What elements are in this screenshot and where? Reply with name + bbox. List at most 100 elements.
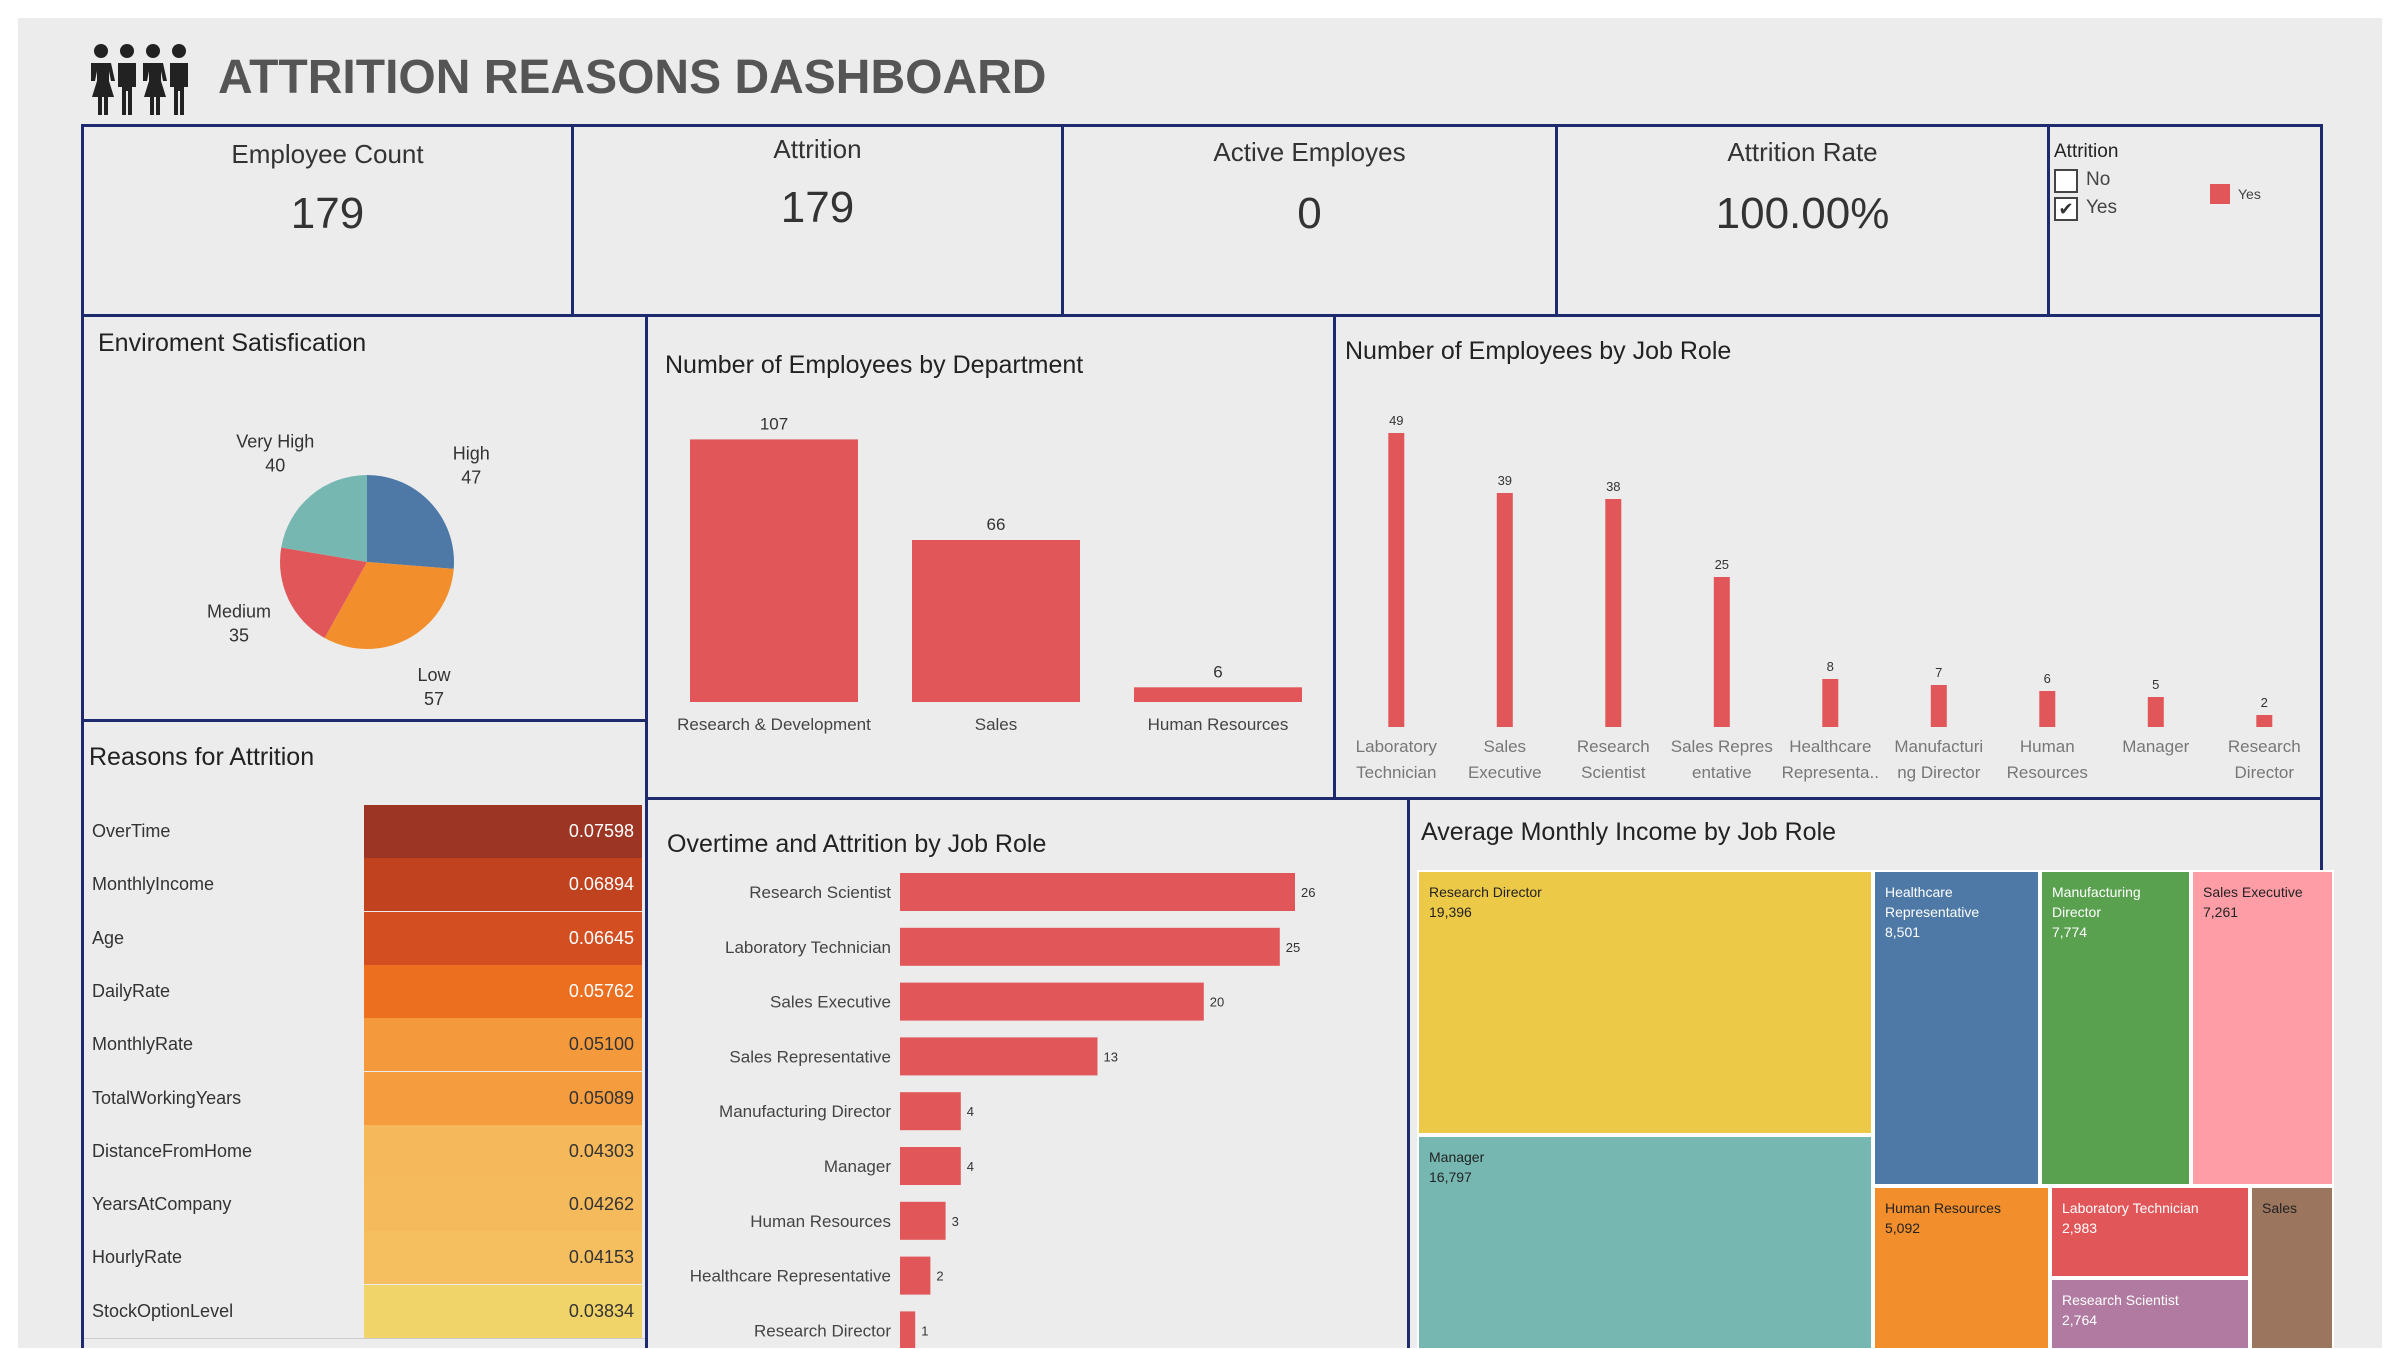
pie-slice-high — [367, 475, 455, 569]
overtime-bar — [900, 1201, 946, 1240]
reason-feature-label: DistanceFromHome — [92, 1140, 253, 1161]
kpi-attrition: Attrition 179 — [571, 124, 1064, 317]
kpi-active-employees: Active Employes 0 — [1061, 124, 1558, 317]
y-tick-label: Research Scientist — [749, 883, 891, 902]
treemap-label: Research Director — [1429, 884, 1542, 900]
treemap-value: 7,774 — [2052, 924, 2088, 940]
treemap-cell: Research Director 19,396 — [1417, 870, 1873, 1135]
x-tick-label: Technician — [1356, 763, 1436, 782]
bar-value-label: 1 — [921, 1323, 928, 1338]
bar-value-label: 5 — [2152, 677, 2159, 692]
bar-value-label: 7 — [1935, 665, 1942, 680]
income-treemap: Research Director 19,396 Manager 16,797 Heal… — [1417, 870, 2334, 1348]
dashboard-canvas: ATTRITION REASONS DASHBOARD Employee Cou… — [18, 18, 2382, 1348]
x-tick-label: Human — [2020, 737, 2075, 756]
pie-slice-very-high — [281, 475, 367, 562]
overtime-panel: Overtime and Attrition by Job Role Resea… — [645, 797, 1410, 1348]
reason-row: MonthlyRate 0.05100 — [84, 1018, 642, 1072]
treemap-cell: Research Scientist 2,764 — [2050, 1278, 2250, 1348]
panel-title: Reasons for Attrition — [89, 743, 315, 771]
kpi-title: Attrition Rate — [1727, 137, 1878, 167]
reason-value: 0.05100 — [568, 1034, 634, 1055]
attrition-filter: Attrition No ✔ Yes Yes — [2047, 124, 2323, 317]
treemap-cell: Manager 16,797 — [1417, 1135, 1873, 1348]
x-tick-label: entative — [1692, 763, 1752, 782]
treemap-label-group: Human Resources 5,092 — [1885, 1198, 2001, 1238]
x-tick-label: Scientist — [1581, 763, 1646, 782]
overtime-bar-chart: Research Scientist 26 Laboratory Technicia… — [690, 873, 1315, 1348]
reason-heat-cell: 0.07598 — [364, 805, 642, 858]
filter-checkbox-no[interactable] — [2054, 169, 2078, 193]
kpi-attrition-rate: Attrition Rate 100.00% — [1555, 124, 2050, 317]
pie-value-label: 40 — [265, 456, 285, 476]
x-tick-label: Research — [2228, 737, 2301, 756]
department-bar — [912, 540, 1080, 702]
x-tick-label: Sales — [975, 715, 1018, 734]
x-tick-label: Laboratory — [1356, 737, 1438, 756]
jobrole-panel: Number of Employees by Job Role 49 Labora… — [1333, 314, 2323, 800]
reason-feature-label: YearsAtCompany — [92, 1194, 232, 1215]
bar-value-label: 107 — [760, 414, 788, 433]
x-tick-label: Healthcare — [1789, 737, 1871, 756]
treemap-label: Sales Executive — [2203, 884, 2303, 900]
reason-value: 0.07598 — [568, 821, 634, 841]
reason-feature-label: OverTime — [92, 821, 171, 841]
reason-heat-cell: 0.04303 — [364, 1124, 642, 1178]
reason-feature-label: Age — [92, 927, 125, 948]
reason-row: HourlyRate 0.04153 — [84, 1231, 642, 1285]
treemap-value: 2,764 — [2062, 1312, 2098, 1328]
filter-option-yes[interactable]: Yes — [2086, 197, 2117, 219]
reason-heat-cell: 0.03834 — [364, 1284, 642, 1338]
y-tick-label: Laboratory Technician — [725, 938, 891, 957]
reason-heat-cell: 0.05100 — [364, 1018, 642, 1072]
treemap-value: 7,261 — [2203, 904, 2239, 920]
reason-row: YearsAtCompany 0.04262 — [84, 1178, 642, 1232]
jobrole-bar-chart: 49 Laboratory Technician 39 Sales Executive 38… — [1356, 413, 2301, 782]
y-tick-label: Human Resources — [750, 1212, 891, 1231]
y-tick-label: Manager — [824, 1157, 891, 1176]
kpi-title: Attrition — [773, 134, 862, 164]
treemap-label-group: Manager 16,797 — [1429, 1147, 1484, 1187]
x-tick-label: Representa.. — [1782, 763, 1879, 782]
kpi-value: 100.00% — [1715, 189, 1890, 238]
y-tick-label: Sales Representative — [729, 1047, 891, 1066]
treemap-cell: Laboratory Technician 2,983 — [2050, 1186, 2250, 1278]
kpi-title: Employee Count — [231, 139, 424, 169]
kpi-title: Active Employes — [1213, 137, 1406, 167]
reason-value: 0.06894 — [568, 874, 634, 895]
filter-checkbox-yes[interactable]: ✔ — [2054, 197, 2078, 221]
pie-chart: High 47 Low 57 Medium 35 Very High 40 — [207, 432, 490, 710]
pie-label: Low — [417, 665, 451, 685]
reason-heat-cell: 0.05762 — [364, 964, 642, 1018]
treemap-label: Manager — [1429, 1149, 1485, 1165]
overtime-bar — [900, 1092, 961, 1131]
bar-value-label: 38 — [1606, 479, 1620, 494]
reason-row: MonthlyIncome 0.06894 — [84, 858, 642, 912]
overtime-bar — [900, 1037, 1098, 1076]
jobrole-bar — [2039, 691, 2056, 727]
bar-value-label: 3 — [952, 1214, 959, 1229]
bar-value-label: 20 — [1210, 995, 1224, 1010]
reason-heat-cell: 0.06894 — [364, 858, 642, 912]
bar-value-label: 4 — [967, 1104, 974, 1119]
reason-row: TotalWorkingYears 0.05089 — [84, 1071, 642, 1125]
reason-heat-cell: 0.05089 — [364, 1071, 642, 1125]
pie-label: High — [453, 444, 490, 464]
department-panel: Number of Employees by Department 107 Res… — [645, 314, 1336, 800]
reasons-panel: Reasons for Attrition OverTime 0.07598 Mon… — [81, 719, 648, 1348]
reason-feature-label: MonthlyRate — [92, 1034, 194, 1055]
reason-heat-cell: 0.06645 — [364, 911, 642, 965]
reason-heat-cell: 0.04153 — [364, 1231, 642, 1285]
x-tick-label: Manager — [2122, 737, 2189, 756]
jobrole-bar — [1605, 499, 1622, 727]
department-bar — [690, 439, 858, 702]
dashboard-title: ATTRITION REASONS DASHBOARD — [218, 51, 1047, 104]
x-tick-label: Research — [1577, 737, 1650, 756]
reason-feature-label: MonthlyIncome — [92, 874, 215, 895]
kpi-employee-count: Employee Count 179 — [81, 124, 574, 317]
filter-option-no[interactable]: No — [2086, 169, 2110, 191]
filter-title: Attrition — [2054, 141, 2119, 162]
x-tick-label: Resources — [2007, 763, 2088, 782]
bar-value-label: 39 — [1498, 473, 1512, 488]
overtime-bar — [900, 982, 1204, 1021]
